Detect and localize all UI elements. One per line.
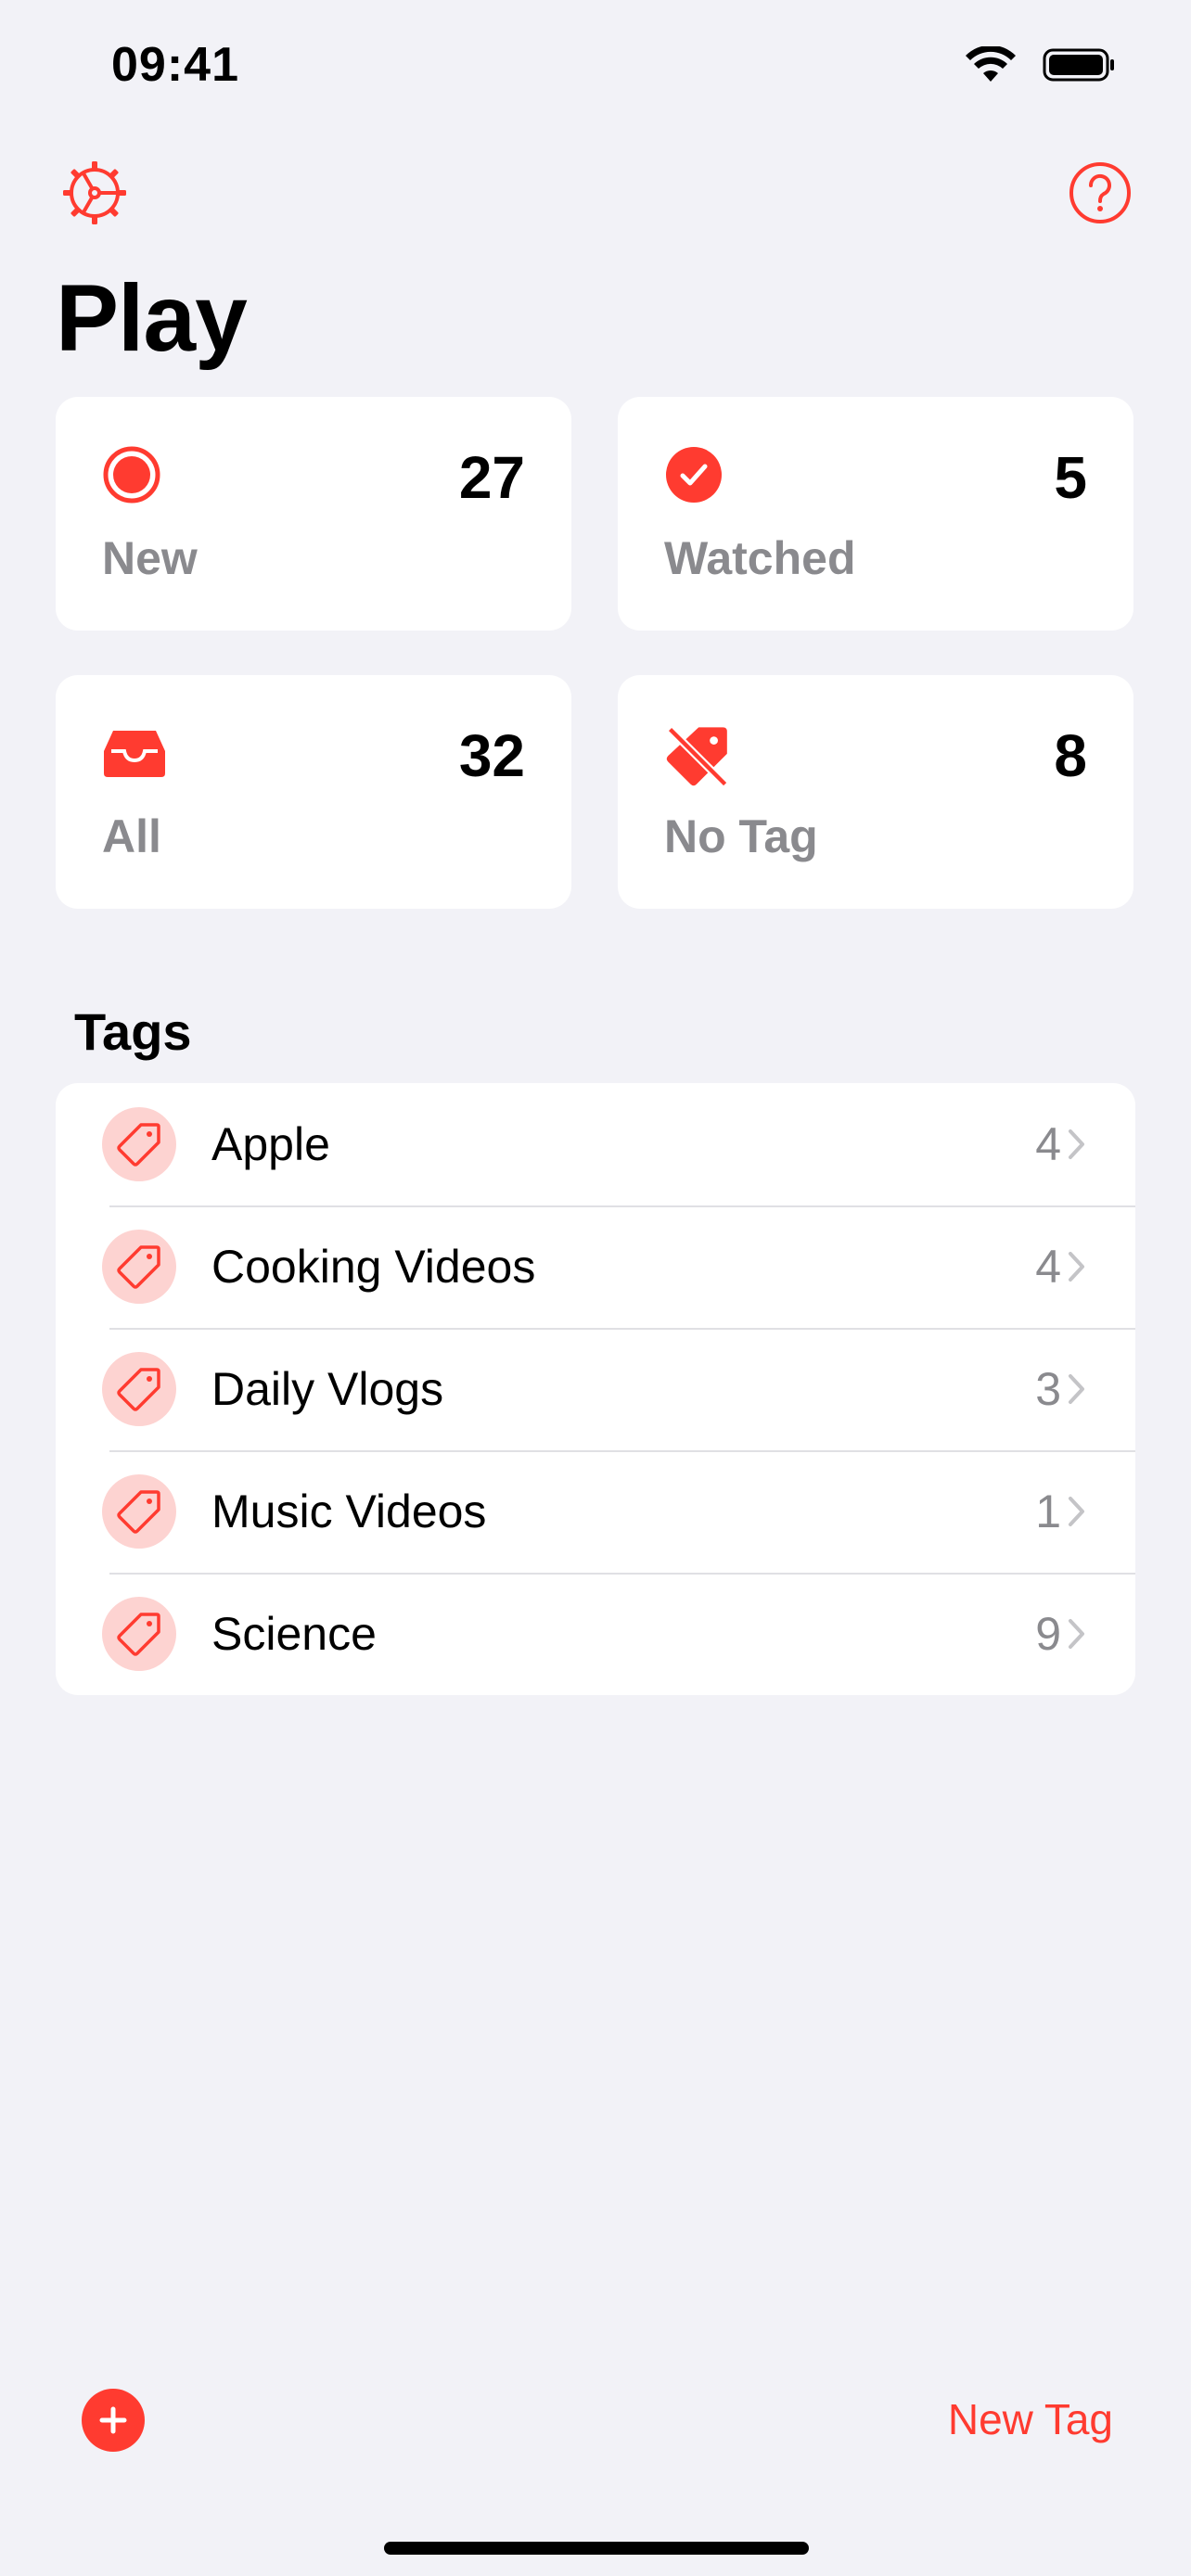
tag-count: 4 — [1035, 1118, 1061, 1170]
tag-count: 4 — [1035, 1241, 1061, 1293]
tag-icon — [117, 1613, 160, 1656]
tag-icon-badge — [102, 1352, 176, 1426]
tag-count: 3 — [1035, 1363, 1061, 1415]
tag-icon — [117, 1245, 160, 1289]
chevron-right-icon — [1069, 1374, 1084, 1404]
page-title: Play — [56, 265, 248, 371]
card-new[interactable]: 27 New — [56, 397, 571, 631]
tag-row[interactable]: Science 9 — [56, 1573, 1135, 1695]
tray-icon — [104, 731, 165, 777]
card-watched[interactable]: 5 Watched — [618, 397, 1133, 631]
card-label: Watched — [664, 532, 856, 584]
tag-row[interactable]: Music Videos 1 — [56, 1450, 1135, 1573]
tag-row[interactable]: Apple 4 — [56, 1083, 1135, 1205]
tag-icon — [117, 1123, 160, 1167]
record-circle-icon — [103, 446, 160, 504]
new-tag-button[interactable]: New Tag — [948, 2394, 1113, 2444]
chevron-right-icon — [1069, 1252, 1084, 1282]
help-button[interactable] — [1063, 156, 1137, 230]
tag-slash-icon — [666, 726, 728, 787]
card-label: No Tag — [664, 810, 818, 862]
card-count: 5 — [1054, 444, 1087, 511]
card-count: 32 — [458, 722, 525, 789]
settings-button[interactable] — [58, 156, 132, 230]
card-label: All — [102, 810, 161, 862]
tag-count: 9 — [1035, 1608, 1061, 1660]
section-header-tags: Tags — [74, 1002, 192, 1061]
tag-count: 1 — [1035, 1486, 1061, 1537]
tag-icon-badge — [102, 1230, 176, 1304]
tag-icon-badge — [102, 1107, 176, 1181]
gear-icon — [63, 161, 126, 224]
tag-name: Daily Vlogs — [211, 1363, 444, 1415]
tag-icon — [117, 1490, 160, 1534]
home-indicator — [384, 2542, 809, 2555]
wifi-icon — [966, 46, 1016, 82]
tag-row[interactable]: Daily Vlogs 3 — [56, 1328, 1135, 1450]
card-count: 27 — [458, 444, 525, 511]
tag-list: Apple 4 Cooking Videos 4 Daily Vlogs 3 M… — [56, 1083, 1135, 1695]
question-circle-icon — [1069, 162, 1131, 223]
chevron-right-icon — [1069, 1129, 1084, 1159]
status-icons — [965, 46, 1117, 83]
battery-icon — [1043, 48, 1114, 82]
status-time: 09:41 — [111, 38, 239, 92]
tag-icon-badge — [102, 1597, 176, 1671]
chevron-right-icon — [1069, 1497, 1084, 1526]
add-button[interactable] — [82, 2389, 145, 2452]
tag-name: Music Videos — [211, 1486, 487, 1537]
card-label: New — [102, 532, 198, 584]
card-count: 8 — [1054, 722, 1087, 789]
plus-icon — [99, 2406, 127, 2434]
card-no-tag[interactable]: 8 No Tag — [618, 675, 1133, 909]
checkmark-circle-icon — [666, 447, 722, 503]
chevron-right-icon — [1069, 1619, 1084, 1649]
tag-name: Cooking Videos — [211, 1241, 536, 1293]
card-all[interactable]: 32 All — [56, 675, 571, 909]
tag-name: Science — [211, 1608, 377, 1660]
tag-name: Apple — [211, 1118, 330, 1170]
tag-icon-badge — [102, 1474, 176, 1549]
tag-icon — [117, 1368, 160, 1411]
tag-row[interactable]: Cooking Videos 4 — [56, 1205, 1135, 1328]
